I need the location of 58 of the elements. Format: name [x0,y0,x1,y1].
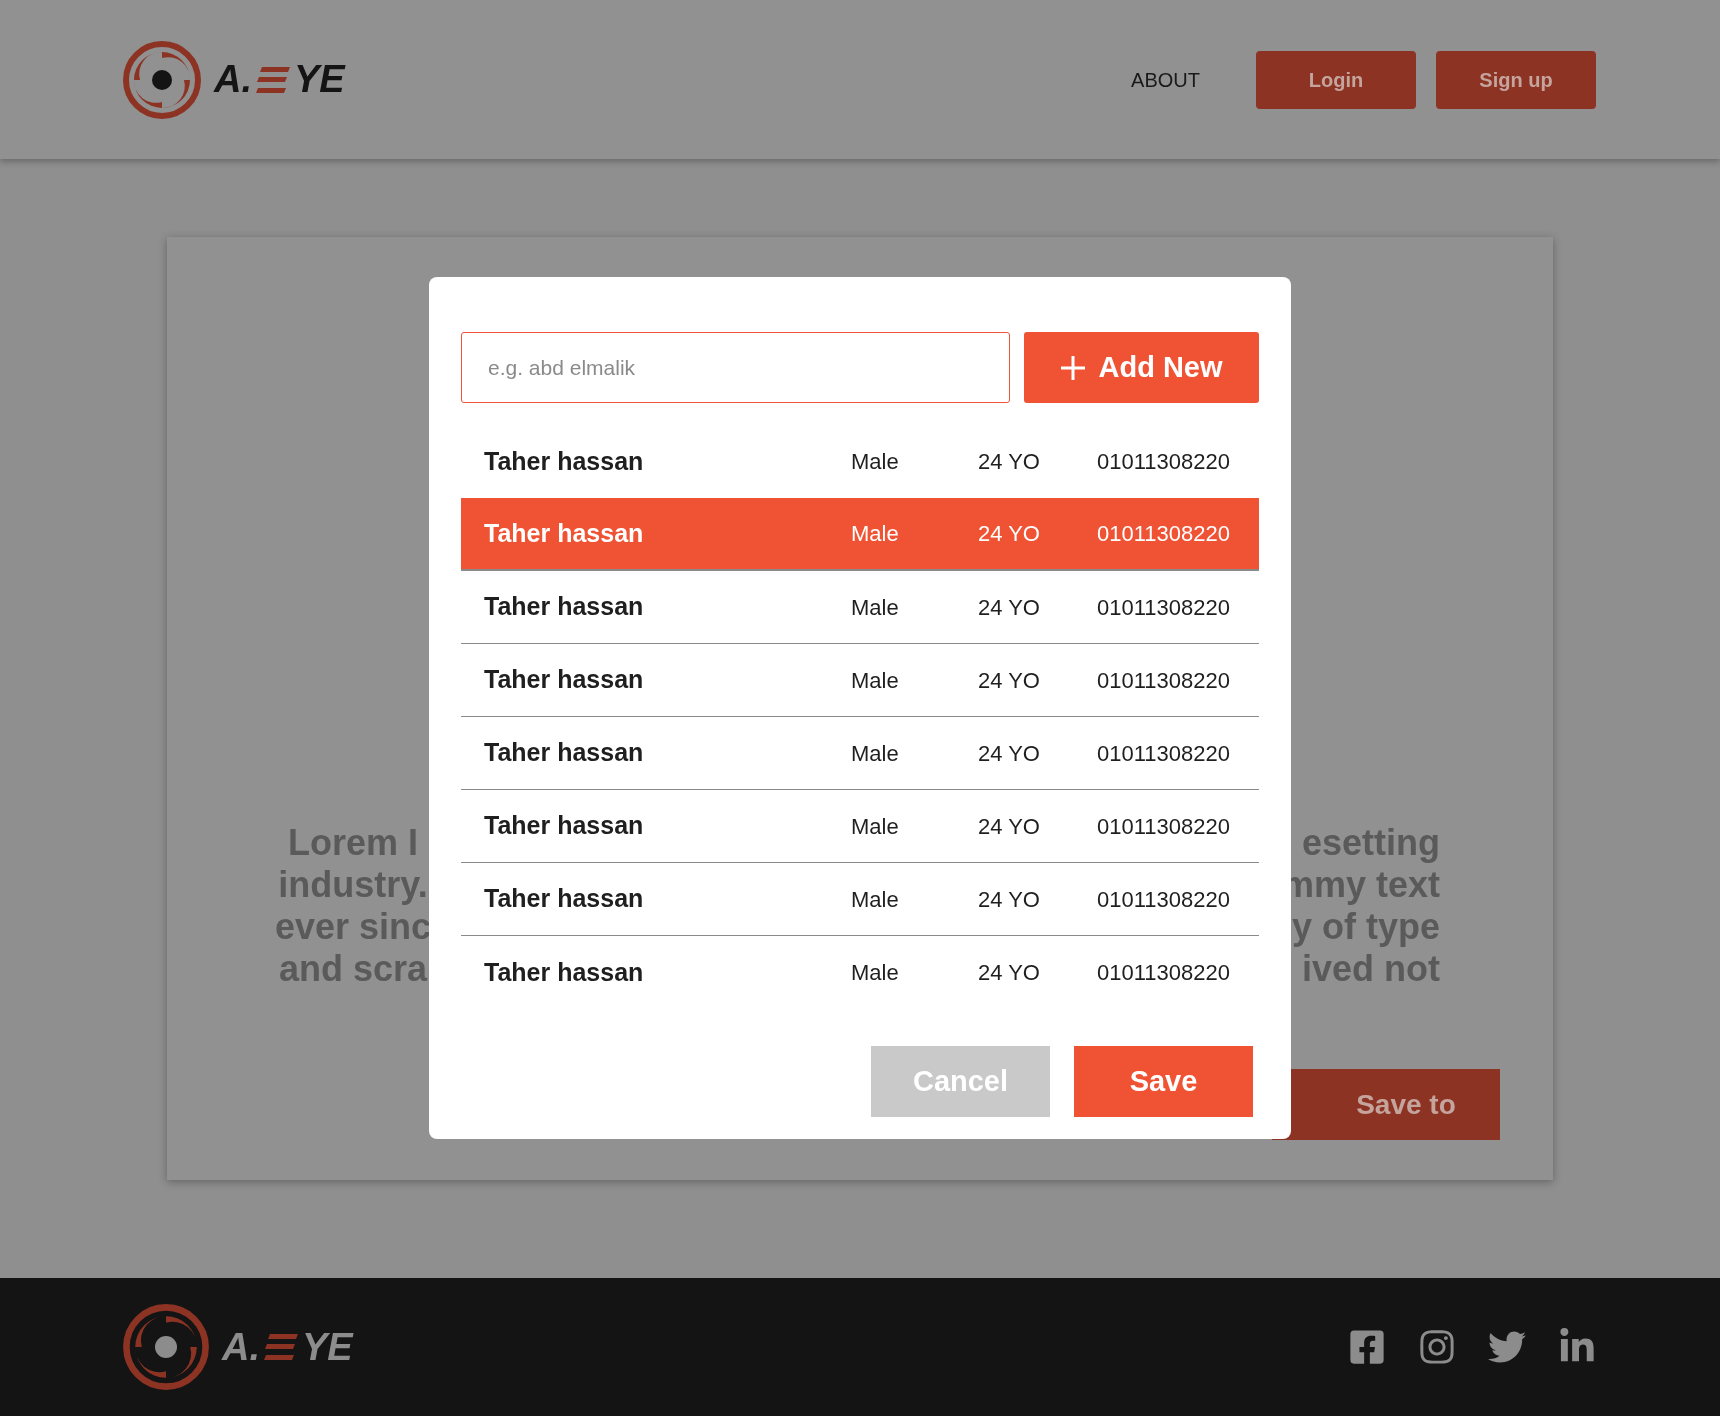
instagram-icon[interactable] [1418,1328,1456,1366]
phone-cell-text: 01011308220 [1097,959,1230,987]
name-cell-text: Taher hassan [484,591,645,623]
table-row[interactable]: Taher hassan Male 24 YO 01011308220 [461,790,1259,863]
age-cell-text: 24 YO [978,885,1041,914]
phone-cell-text: 01011308220 [1097,885,1230,914]
nav-link[interactable]: ABOUT [1131,64,1200,95]
table-row[interactable]: Taher hassan Male 24 YO 01011308220 [461,498,1259,571]
name-cell-text: Taher hassan [484,664,645,696]
logo-text: A. [222,1324,260,1370]
striped-e-icon [264,1334,298,1360]
logo-text: YE [294,57,345,102]
gender-cell-text: Male [851,593,900,622]
age-cell-text: 24 YO [978,812,1041,841]
striped-e-icon [256,66,290,93]
gender-cell-text: Male [851,812,900,841]
gender-cell-text: Male [851,959,900,987]
logo-text: A. [214,57,252,102]
age-cell-text: 24 YO [978,959,1041,987]
facebook-icon[interactable] [1348,1328,1386,1366]
phone-cell-text: 01011308220 [1097,448,1230,476]
swirl-logo-icon [122,39,202,120]
name-cell-text: Taher hassan [484,956,645,988]
table-row[interactable]: Taher hassan Male 24 YO 01011308220 [461,863,1259,936]
gender-cell-text: Male [851,885,900,914]
table-row[interactable]: Taher hassan Male 24 YO 01011308220 [461,936,1259,1009]
age-cell-text: 24 YO [978,739,1041,768]
table-row[interactable]: Taher hassan Male 24 YO 01011308220 [461,571,1259,644]
age-cell-text: 24 YO [978,520,1041,548]
name-cell-text: Taher hassan [484,883,645,915]
table-row[interactable]: Taher hassan Male 24 YO 01011308220 [461,717,1259,790]
logo-text: YE [302,1324,353,1370]
phone-cell-text: 01011308220 [1097,666,1230,695]
swirl-logo-icon [122,1303,210,1391]
plus-icon [1060,354,1087,381]
header-button[interactable]: Login [1256,50,1416,109]
name-cell-text: Taher hassan [484,517,645,549]
phone-cell-text: 01011308220 [1097,739,1230,768]
save-to-button[interactable]: Save to [1272,1069,1500,1140]
add-new-button[interactable]: Add New [1024,332,1259,403]
search-field[interactable]: e.g. abd elmalik [461,332,1010,403]
age-cell-text: 24 YO [978,593,1041,622]
header-button[interactable]: Sign up [1436,50,1596,109]
name-cell-text: Taher hassan [484,737,645,769]
age-cell-text: 24 YO [978,448,1041,476]
name-cell-text: Taher hassan [484,810,645,842]
phone-cell-text: 01011308220 [1097,520,1230,548]
gender-cell-text: Male [851,448,900,476]
gender-cell-text: Male [851,666,900,695]
phone-cell-text: 01011308220 [1097,812,1230,841]
save-button[interactable]: Save [1074,1046,1253,1117]
name-cell-text: Taher hassan [484,445,645,477]
table-row[interactable]: Taher hassan Male 24 YO 01011308220 [461,644,1259,717]
gender-cell-text: Male [851,739,900,768]
table-row[interactable]: Taher hassan Male 24 YO 01011308220 [461,425,1259,498]
gender-cell-text: Male [851,520,900,548]
phone-cell-text: 01011308220 [1097,593,1230,622]
age-cell-text: 24 YO [978,666,1041,695]
